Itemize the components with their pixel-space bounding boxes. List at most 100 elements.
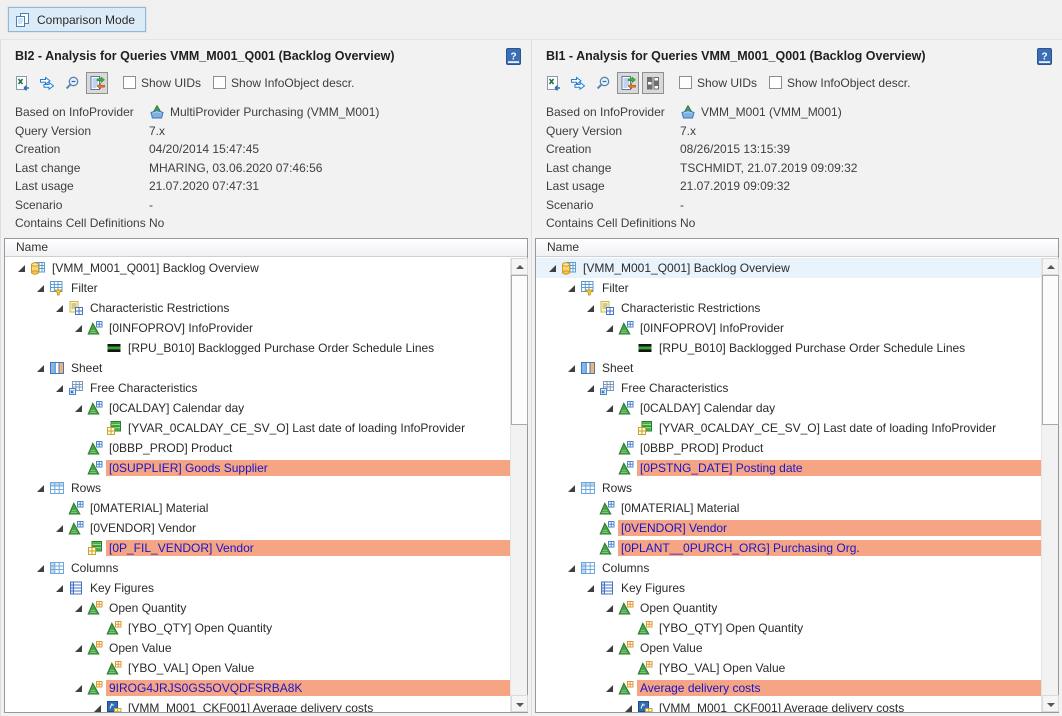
expander-icon[interactable] — [586, 584, 599, 593]
tree-row[interactable]: [0PSTNG_DATE] Posting date — [536, 458, 1041, 478]
tree-row[interactable]: Open Quantity — [536, 598, 1041, 618]
vertical-scrollbar[interactable] — [510, 258, 527, 712]
tree-row[interactable]: Characteristic Restrictions — [536, 298, 1041, 318]
tree-row[interactable]: Rows — [536, 478, 1041, 498]
tree-row[interactable]: Rows — [5, 478, 510, 498]
tree-row[interactable]: [0MATERIAL] Material — [536, 498, 1041, 518]
expander-icon[interactable] — [36, 364, 49, 373]
tree-row[interactable]: [YVAR_0CALDAY_CE_SV_O] Last date of load… — [5, 418, 510, 438]
tree-row[interactable]: Open Quantity — [5, 598, 510, 618]
tree-row[interactable]: Average delivery costs — [536, 678, 1041, 698]
expander-icon[interactable] — [605, 684, 618, 693]
help-button[interactable]: ? — [1037, 48, 1052, 65]
help-button[interactable]: ? — [506, 48, 521, 65]
tree-row[interactable]: [0CALDAY] Calendar day — [536, 398, 1041, 418]
tree-row[interactable]: [YVAR_0CALDAY_CE_SV_O] Last date of load… — [536, 418, 1041, 438]
tree-row[interactable]: [VMM_M001_CKF001] Average delivery costs — [536, 698, 1041, 712]
tree-column-header[interactable]: Name — [5, 239, 527, 257]
tree-row[interactable]: Columns — [5, 558, 510, 578]
tree-row[interactable]: [0BBP_PROD] Product — [536, 438, 1041, 458]
transport-button[interactable] — [36, 72, 58, 94]
tree-row[interactable]: Columns — [536, 558, 1041, 578]
tree-row[interactable]: Filter — [5, 278, 510, 298]
scroll-up-button[interactable] — [1042, 258, 1059, 275]
tree-row[interactable]: 9IROG4JRJS0GS5OVQDFSRBA8K — [5, 678, 510, 698]
tree-row[interactable]: [YBO_QTY] Open Quantity — [5, 618, 510, 638]
expander-icon[interactable] — [36, 484, 49, 493]
compare-button[interactable] — [617, 72, 639, 94]
tree-row[interactable]: Open Value — [5, 638, 510, 658]
tree-row[interactable]: [YBO_QTY] Open Quantity — [536, 618, 1041, 638]
tree-row[interactable]: [0PLANT__0PURCH_ORG] Purchasing Org. — [536, 538, 1041, 558]
show-infoobject-descr-checkbox[interactable]: Show InfoObject descr. — [213, 76, 354, 90]
transport-button[interactable] — [567, 72, 589, 94]
expander-icon[interactable] — [55, 584, 68, 593]
scroll-down-button[interactable] — [511, 695, 528, 712]
tree-row[interactable]: [RPU_B010] Backlogged Purchase Order Sch… — [5, 338, 510, 358]
expander-icon[interactable] — [55, 304, 68, 313]
expander-icon[interactable] — [55, 524, 68, 533]
expander-icon[interactable] — [605, 404, 618, 413]
expander-icon[interactable] — [624, 704, 637, 713]
tree-row[interactable]: [0VENDOR] Vendor — [536, 518, 1041, 538]
tree-row[interactable]: [0BBP_PROD] Product — [5, 438, 510, 458]
expander-icon[interactable] — [605, 324, 618, 333]
show-infoobject-descr-checkbox[interactable]: Show InfoObject descr. — [769, 76, 910, 90]
tree-row[interactable]: [RPU_B010] Backlogged Purchase Order Sch… — [536, 338, 1041, 358]
tree-row[interactable]: Key Figures — [5, 578, 510, 598]
tree-column-header[interactable]: Name — [536, 239, 1058, 257]
expander-icon[interactable] — [586, 384, 599, 393]
tree-row[interactable]: [0INFOPROV] InfoProvider — [5, 318, 510, 338]
expander-icon[interactable] — [548, 264, 561, 273]
tree-row[interactable]: Sheet — [536, 358, 1041, 378]
expander-icon[interactable] — [605, 644, 618, 653]
tree-row[interactable]: [0CALDAY] Calendar day — [5, 398, 510, 418]
expander-icon[interactable] — [74, 684, 87, 693]
tree-row[interactable]: [VMM_M001_CKF001] Average delivery costs — [5, 698, 510, 712]
expander-icon[interactable] — [74, 644, 87, 653]
expander-icon[interactable] — [55, 384, 68, 393]
vertical-scrollbar[interactable] — [1041, 258, 1058, 712]
scroll-down-button[interactable] — [1042, 695, 1059, 712]
tree-row[interactable]: Filter — [536, 278, 1041, 298]
grid-view-button[interactable] — [642, 72, 664, 94]
tree-row[interactable]: Key Figures — [536, 578, 1041, 598]
show-uids-checkbox[interactable]: Show UIDs — [679, 76, 757, 90]
expander-icon[interactable] — [567, 284, 580, 293]
export-excel-button[interactable] — [542, 72, 564, 94]
tree-row[interactable]: Open Value — [536, 638, 1041, 658]
expander-icon[interactable] — [605, 604, 618, 613]
expander-icon[interactable] — [567, 484, 580, 493]
export-excel-button[interactable] — [11, 72, 33, 94]
scroll-thumb[interactable] — [511, 275, 528, 425]
zoom-out-button[interactable] — [61, 72, 83, 94]
compare-button[interactable] — [86, 72, 108, 94]
tree-row[interactable]: Characteristic Restrictions — [5, 298, 510, 318]
tree-row[interactable]: [YBO_VAL] Open Value — [5, 658, 510, 678]
tree-row[interactable]: [VMM_M001_Q001] Backlog Overview — [536, 258, 1041, 278]
tree-row[interactable]: [0SUPPLIER] Goods Supplier — [5, 458, 510, 478]
tree-row[interactable]: Free Characteristics — [5, 378, 510, 398]
expander-icon[interactable] — [567, 564, 580, 573]
zoom-out-button[interactable] — [592, 72, 614, 94]
expander-icon[interactable] — [586, 304, 599, 313]
expander-icon[interactable] — [74, 604, 87, 613]
expander-icon[interactable] — [567, 364, 580, 373]
tree-row[interactable]: [YBO_VAL] Open Value — [536, 658, 1041, 678]
tree-row[interactable]: Sheet — [5, 358, 510, 378]
tree-row[interactable]: [0MATERIAL] Material — [5, 498, 510, 518]
tree-row[interactable]: Free Characteristics — [536, 378, 1041, 398]
tree-row[interactable]: [0INFOPROV] InfoProvider — [536, 318, 1041, 338]
tree-row[interactable]: [0VENDOR] Vendor — [5, 518, 510, 538]
expander-icon[interactable] — [93, 704, 106, 713]
expander-icon[interactable] — [36, 564, 49, 573]
expander-icon[interactable] — [74, 324, 87, 333]
tree-row[interactable]: [0P_FIL_VENDOR] Vendor — [5, 538, 510, 558]
show-uids-checkbox[interactable]: Show UIDs — [123, 76, 201, 90]
expander-icon[interactable] — [17, 264, 30, 273]
expander-icon[interactable] — [36, 284, 49, 293]
expander-icon[interactable] — [74, 404, 87, 413]
tree-row[interactable]: [VMM_M001_Q001] Backlog Overview — [5, 258, 510, 278]
scroll-up-button[interactable] — [511, 258, 528, 275]
scroll-thumb[interactable] — [1042, 275, 1059, 425]
